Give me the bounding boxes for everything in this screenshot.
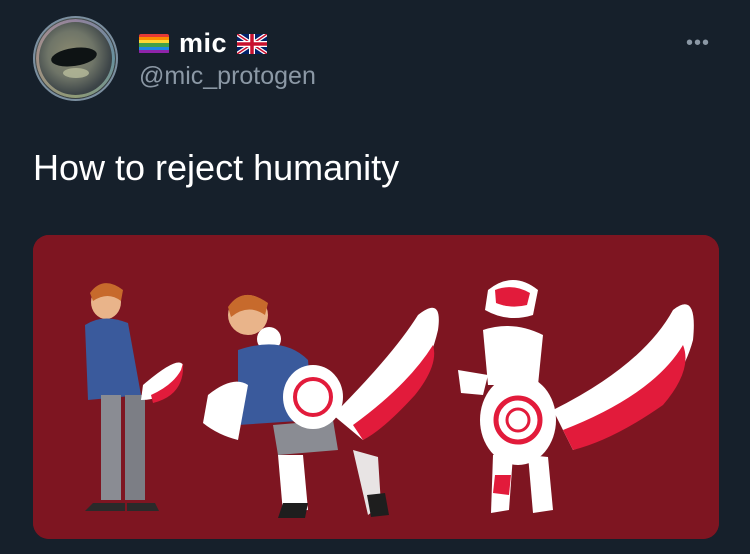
avatar[interactable]	[33, 16, 118, 101]
illustration	[33, 235, 719, 539]
tweet-media-image[interactable]	[33, 235, 719, 539]
uk-flag-icon	[237, 33, 268, 54]
name-row: mic	[139, 28, 268, 59]
avatar-highlight	[63, 68, 89, 78]
display-name[interactable]: mic	[179, 28, 227, 59]
tweet-text: How to reject humanity	[33, 147, 400, 188]
user-handle[interactable]: @mic_protogen	[139, 62, 316, 91]
rainbow-flag-icon	[139, 33, 169, 54]
more-options-icon[interactable]: •••	[686, 32, 710, 55]
